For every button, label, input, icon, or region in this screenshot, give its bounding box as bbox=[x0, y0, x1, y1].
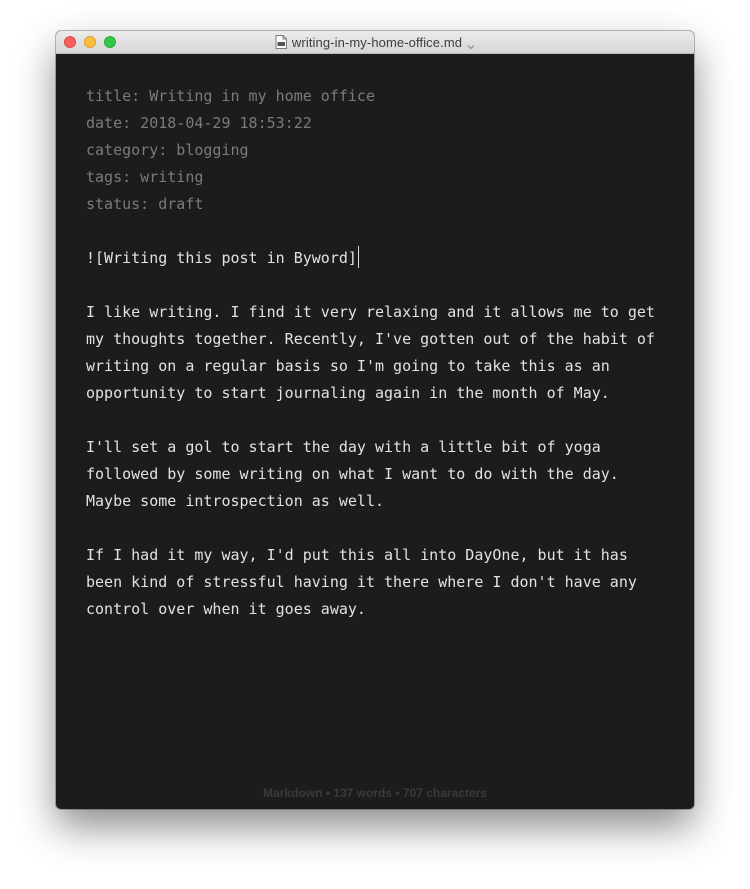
paragraph-line: followed by some writing on what I want … bbox=[86, 465, 619, 483]
editor-text-area[interactable]: title: Writing in my home office date: 2… bbox=[86, 83, 666, 623]
title-group[interactable]: writing-in-my-home-office.md bbox=[56, 31, 694, 53]
front-matter-line: status: draft bbox=[86, 195, 204, 213]
text-cursor bbox=[357, 246, 359, 268]
paragraph-line: I'll set a gol to start the day with a l… bbox=[86, 438, 601, 456]
status-bar: Markdown • 137 words • 707 characters bbox=[263, 786, 487, 800]
front-matter-line: date: 2018-04-29 18:53:22 bbox=[86, 114, 312, 132]
paragraph-line: control over when it goes away. bbox=[86, 600, 366, 618]
paragraph-line: my thoughts together. Recently, I've got… bbox=[86, 330, 655, 348]
paragraph-line: writing on a regular basis so I'm going … bbox=[86, 357, 610, 375]
markdown-document-icon bbox=[275, 35, 287, 49]
front-matter-line: tags: writing bbox=[86, 168, 204, 186]
image-markdown-text: ![Writing this post in Byword] bbox=[86, 249, 357, 267]
front-matter-line: title: Writing in my home office bbox=[86, 87, 375, 105]
window-title: writing-in-my-home-office.md bbox=[291, 34, 463, 50]
chevron-down-icon[interactable] bbox=[467, 38, 475, 50]
paragraph-line: I like writing. I find it very relaxing … bbox=[86, 303, 655, 321]
image-markdown-line: ![Writing this post in Byword] bbox=[86, 245, 666, 272]
paragraph-line: been kind of stressful having it there w… bbox=[86, 573, 637, 591]
paragraph-line: opportunity to start journaling again in… bbox=[86, 384, 610, 402]
title-bar[interactable]: writing-in-my-home-office.md bbox=[56, 31, 694, 54]
paragraph-line: Maybe some introspection as well. bbox=[86, 492, 385, 510]
editor-window: writing-in-my-home-office.md title: Writ… bbox=[56, 31, 694, 809]
front-matter-line: category: blogging bbox=[86, 141, 249, 159]
paragraph-line: If I had it my way, I'd put this all int… bbox=[86, 546, 628, 564]
